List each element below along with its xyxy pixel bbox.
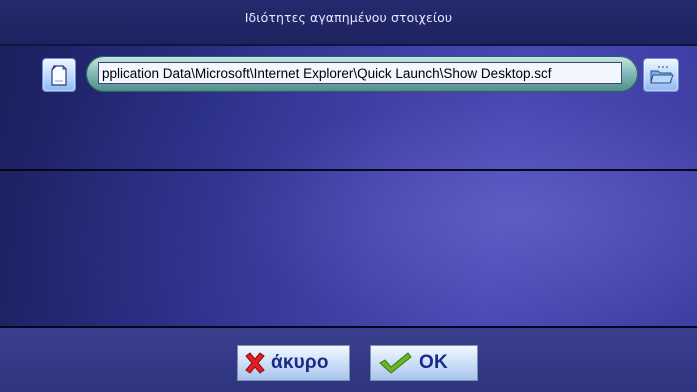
cancel-label: άκυρο: [271, 352, 329, 373]
green-check-icon: [379, 352, 412, 374]
browse-folder-icon: [650, 66, 674, 84]
red-x-icon: [245, 352, 265, 374]
title-bar: Ιδιότητες αγαπημένου στοιχείου: [0, 0, 697, 46]
cancel-button[interactable]: άκυρο: [237, 345, 350, 381]
path-field-frame: [86, 56, 638, 92]
favorite-properties-dialog: Ιδιότητες αγαπημένου στοιχείου άκυρο O: [0, 0, 697, 392]
browse-button[interactable]: [643, 58, 679, 92]
document-icon: [51, 65, 67, 86]
ok-label: OK: [419, 352, 448, 373]
divider-top: [0, 169, 697, 171]
path-input[interactable]: [98, 62, 622, 84]
ok-button[interactable]: OK: [370, 345, 478, 381]
document-button[interactable]: [42, 58, 76, 92]
dialog-title: Ιδιότητες αγαπημένου στοιχείου: [244, 10, 453, 25]
